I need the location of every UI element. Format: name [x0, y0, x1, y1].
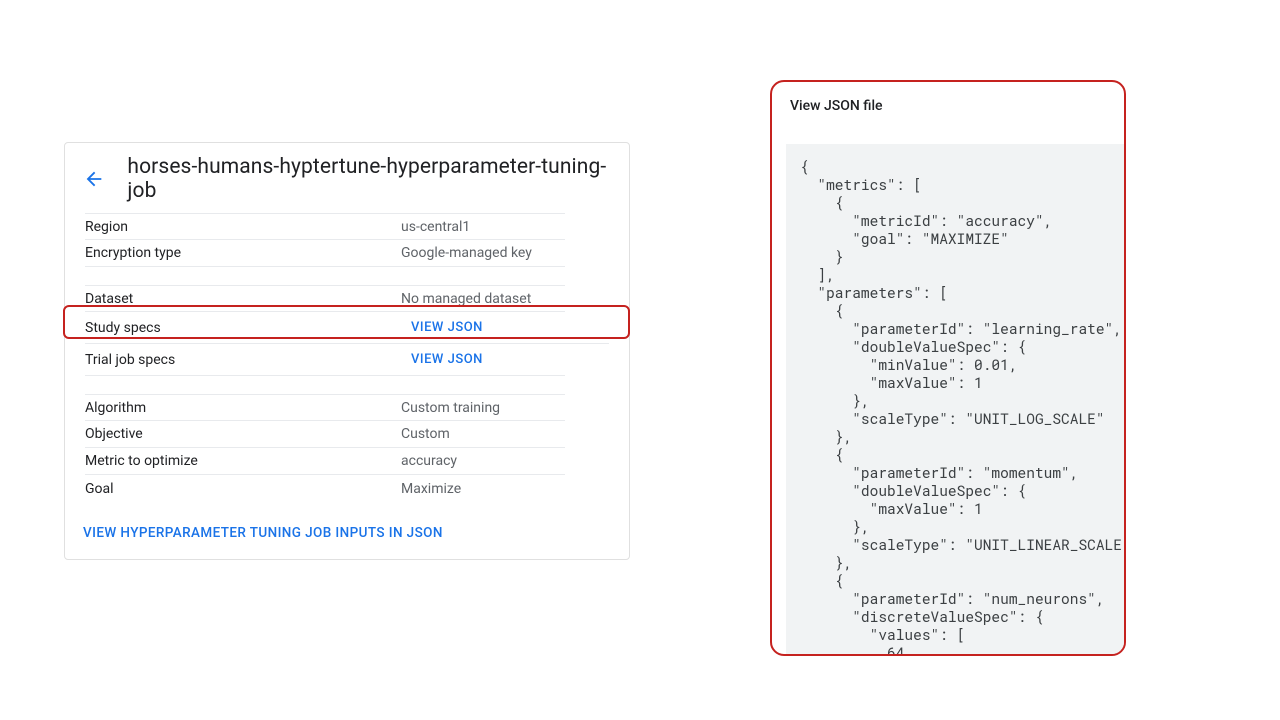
- row-value: accuracy: [401, 449, 457, 473]
- row-metric: Metric to optimize accuracy: [85, 448, 565, 475]
- row-label: Goal: [85, 477, 401, 501]
- page-title: horses-humans-hyptertune-hyperparameter-…: [127, 155, 613, 203]
- row-value: Custom: [401, 422, 450, 446]
- card-header: horses-humans-hyptertune-hyperparameter-…: [65, 143, 629, 213]
- row-value: Maximize: [401, 477, 461, 501]
- row-label: Encryption type: [85, 241, 401, 265]
- row-trial-specs: Trial job specs VIEW JSON: [85, 344, 565, 376]
- row-label: Objective: [85, 422, 401, 446]
- row-label: Trial job specs: [85, 348, 401, 372]
- json-panel: View JSON file { "metrics": [ { "metricI…: [770, 80, 1126, 656]
- row-label: Dataset: [85, 287, 401, 311]
- row-region: Region us-central1: [85, 213, 565, 240]
- row-algorithm: Algorithm Custom training: [85, 394, 565, 421]
- row-value: us-central1: [401, 215, 470, 239]
- row-label: Algorithm: [85, 396, 401, 420]
- row-objective: Objective Custom: [85, 421, 565, 448]
- json-code-block: { "metrics": [ { "metricId": "accuracy",…: [786, 144, 1126, 654]
- row-study-specs: Study specs VIEW JSON: [85, 312, 609, 344]
- row-value: Google-managed key: [401, 241, 532, 265]
- row-value: No managed dataset: [401, 287, 531, 311]
- details-rows: Region us-central1 Encryption type Googl…: [65, 213, 629, 508]
- row-label: Region: [85, 215, 401, 239]
- row-label: Metric to optimize: [85, 449, 401, 473]
- view-inputs-json-link[interactable]: VIEW HYPERPARAMETER TUNING JOB INPUTS IN…: [83, 525, 443, 541]
- row-dataset: Dataset No managed dataset: [85, 285, 565, 312]
- job-details-card: horses-humans-hyptertune-hyperparameter-…: [64, 142, 630, 560]
- row-encryption: Encryption type Google-managed key: [85, 240, 565, 267]
- arrow-left-icon: [83, 168, 105, 190]
- view-json-study-button[interactable]: VIEW JSON: [401, 314, 483, 341]
- json-panel-title: View JSON file: [772, 82, 1124, 122]
- section-gap: [85, 376, 609, 394]
- row-label: Study specs: [85, 316, 401, 340]
- row-goal: Goal Maximize: [85, 475, 565, 502]
- row-value: Custom training: [401, 396, 500, 420]
- section-gap: [85, 267, 609, 285]
- back-button[interactable]: [77, 161, 111, 197]
- view-json-trial-button[interactable]: VIEW JSON: [401, 346, 483, 373]
- json-code-content: { "metrics": [ { "metricId": "accuracy",…: [786, 144, 1126, 656]
- card-footer: VIEW HYPERPARAMETER TUNING JOB INPUTS IN…: [65, 508, 629, 559]
